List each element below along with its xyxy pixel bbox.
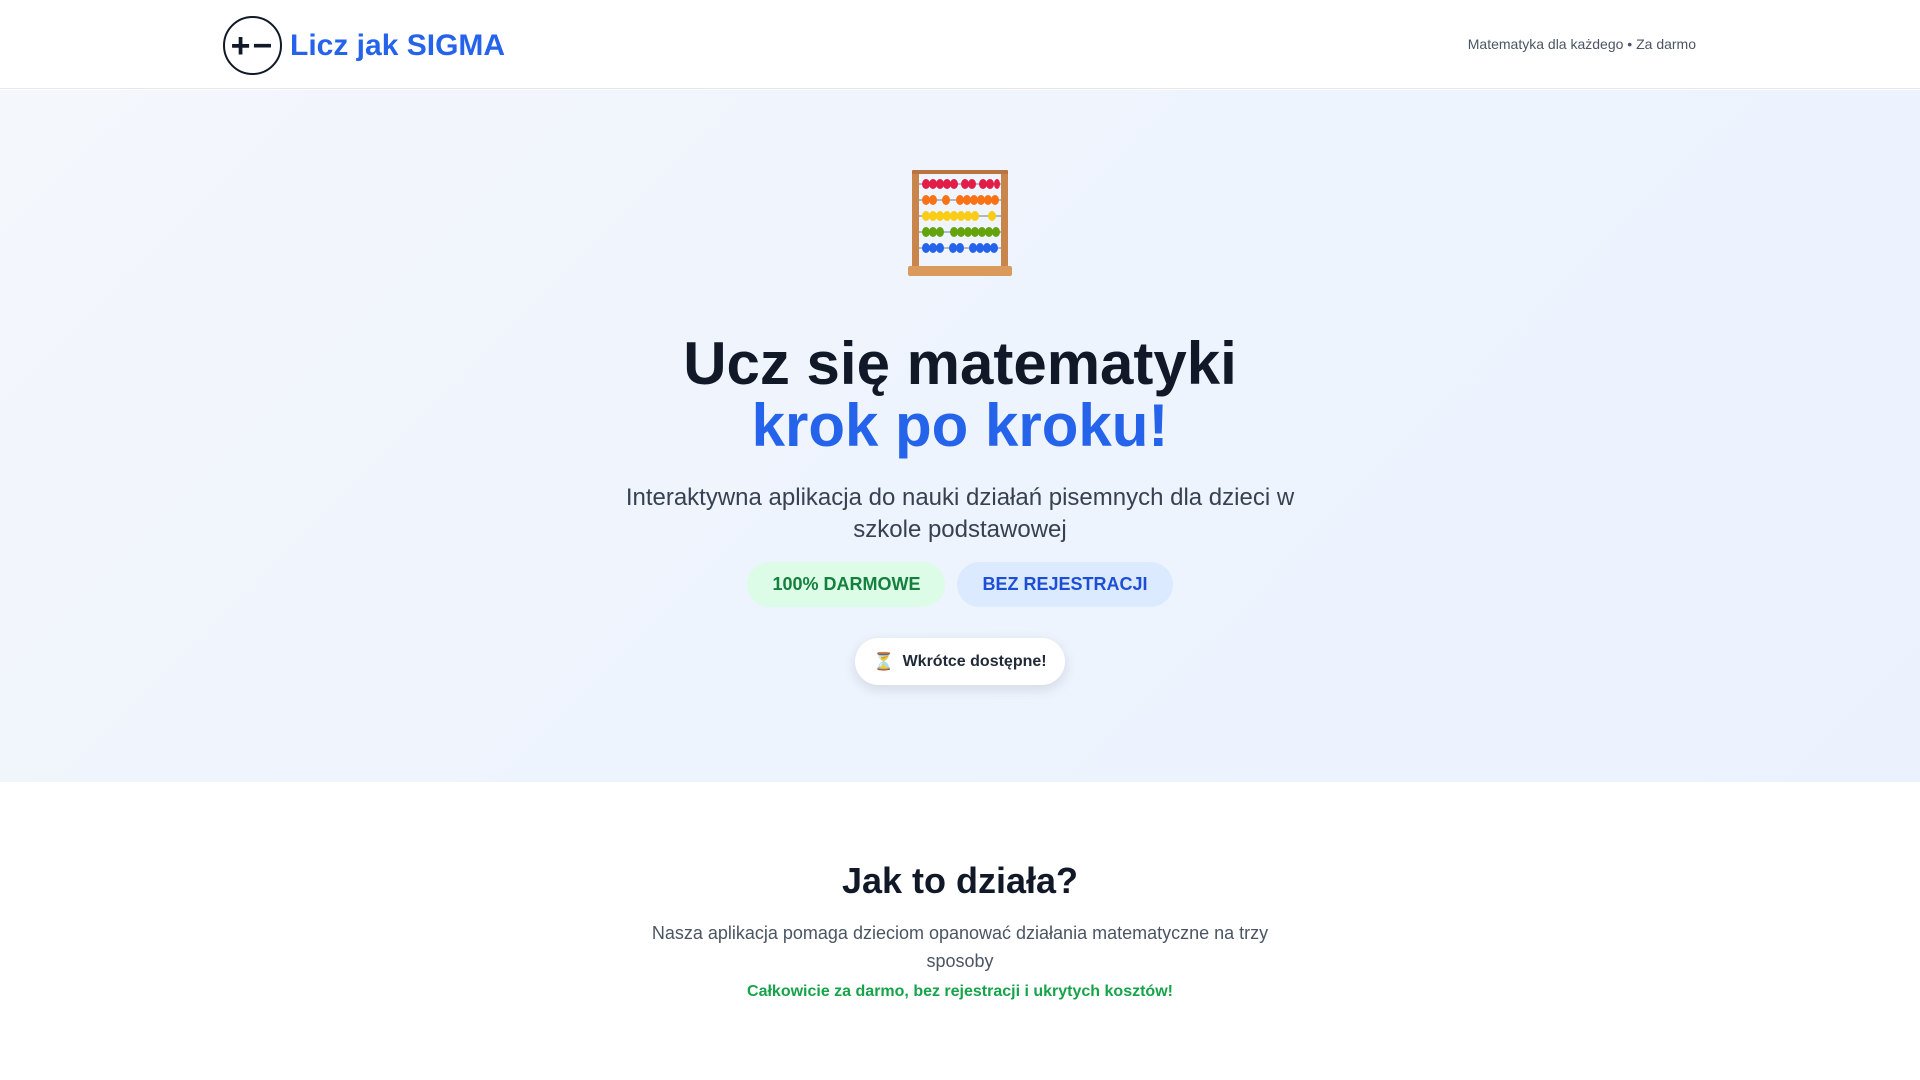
how-it-works-description: Nasza aplikacja pomaga dzieciom opanować… <box>651 923 1269 971</box>
badge-no-registration: BEZ REJESTRACJI <box>957 562 1173 607</box>
how-it-works-title: Jak to działa? <box>841 860 1079 901</box>
site-header: +− Licz jak SIGMA Matematyka dla każdego… <box>0 0 1920 89</box>
hero-title: Ucz się matematyki krok po kroku! <box>0 333 1920 457</box>
hero-section: Ucz się matematyki krok po kroku! Intera… <box>0 90 1920 782</box>
free-note: Całkowicie za darmo, bez rejestracji i u… <box>747 983 1173 1000</box>
badge-free: 100% DARMOWE <box>747 562 946 607</box>
hourglass-icon: ⏳ <box>873 651 895 671</box>
plus-minus-logo-icon: +− <box>223 16 282 75</box>
abacus-icon <box>908 170 1012 276</box>
logo-text: Licz jak SIGMA <box>290 28 506 62</box>
how-it-works-section: Jak to działa? Nasza aplikacja pomaga dz… <box>0 782 1920 1080</box>
coming-soon-label: Wkrótce dostępne! <box>902 652 1047 670</box>
header-tagline: Matematyka dla każdego • Za darmo <box>1467 36 1696 52</box>
hero-title-line1: Ucz się matematyki <box>683 330 1237 397</box>
logo-link[interactable]: +− Licz jak SIGMA <box>223 16 505 75</box>
coming-soon-button[interactable]: ⏳ Wkrótce dostępne! <box>855 638 1065 685</box>
hero-subtitle: Interaktywna aplikacja do nauki działań … <box>625 484 1295 543</box>
badges: 100% DARMOWE BEZ REJESTRACJI <box>0 562 1920 607</box>
hero-title-line2: krok po kroku! <box>751 392 1169 459</box>
